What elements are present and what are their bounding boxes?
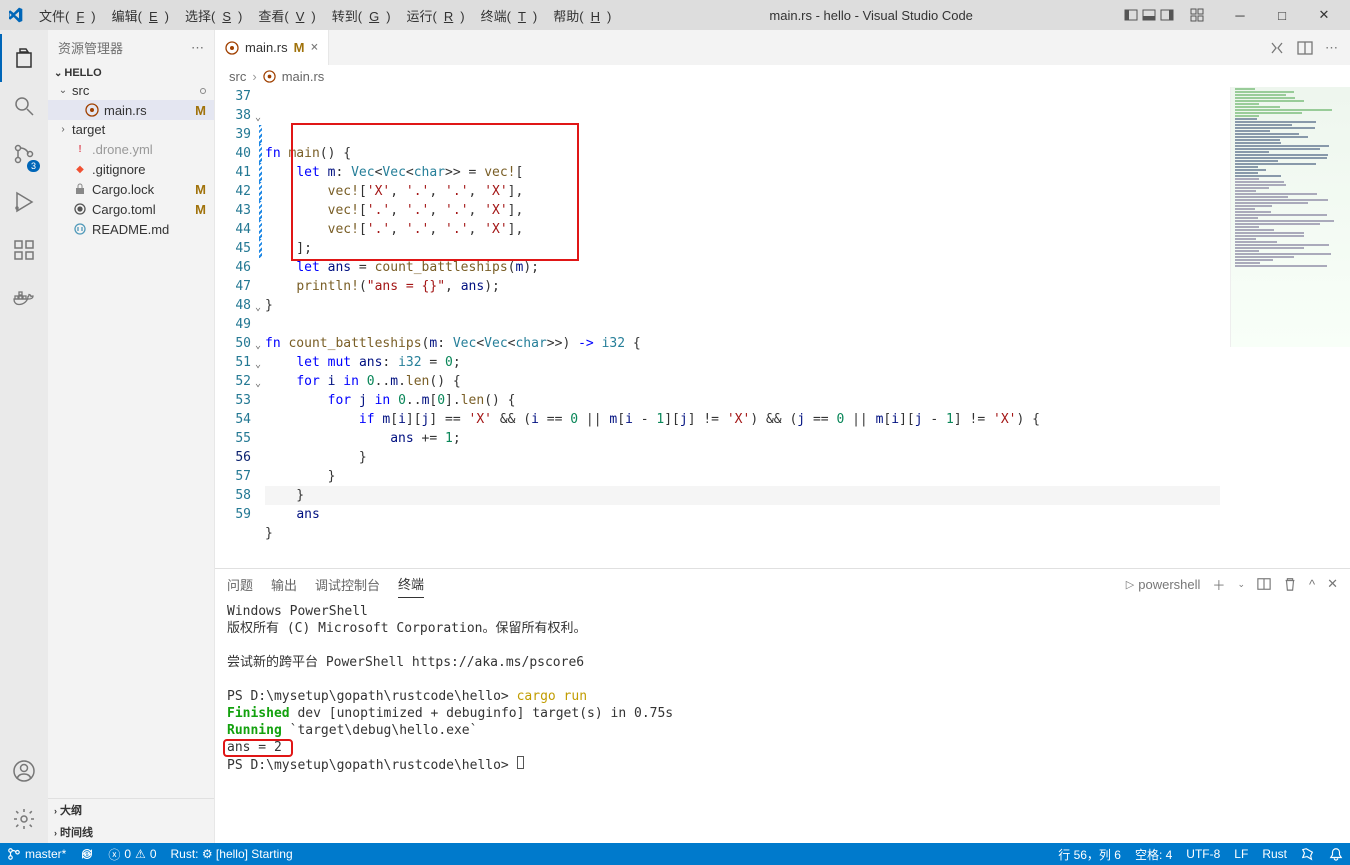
- tree-item[interactable]: ⌄src: [48, 81, 214, 100]
- bottom-panel: 问题输出调试控制台终端 ▷powershell ＋ ⌄ ^ ✕ Windows …: [215, 568, 1350, 843]
- minimize-button[interactable]: ─: [1220, 0, 1260, 30]
- status-rust-analyzer[interactable]: Rust: ⚙ [hello] Starting: [164, 843, 300, 865]
- editor-tabs: main.rs M × ⋯: [215, 30, 1350, 65]
- terminal-profile-dropdown[interactable]: ▷powershell: [1126, 577, 1201, 592]
- panel-tab[interactable]: 终端: [398, 570, 424, 598]
- minimap[interactable]: [1230, 87, 1350, 347]
- close-button[interactable]: ✕: [1304, 0, 1344, 30]
- terminal-dropdown-icon[interactable]: ⌄: [1237, 579, 1245, 590]
- layout-left-icon[interactable]: [1124, 8, 1138, 22]
- status-indentation[interactable]: 空格: 4: [1128, 843, 1179, 865]
- sidebar-title: 资源管理器: [58, 38, 123, 57]
- status-notifications-icon[interactable]: [1322, 843, 1350, 865]
- file-icon: [84, 102, 100, 118]
- tree-item[interactable]: ›target: [48, 120, 214, 139]
- menu-item[interactable]: 文件(F): [32, 3, 103, 28]
- menu-item[interactable]: 编辑(E): [105, 3, 176, 28]
- split-terminal-icon[interactable]: [1257, 577, 1271, 591]
- activity-search[interactable]: [0, 82, 48, 130]
- panel-tab[interactable]: 问题: [227, 571, 253, 598]
- activity-scm[interactable]: 3: [0, 130, 48, 178]
- window-controls: ─ □ ✕: [1124, 0, 1344, 30]
- timeline-section[interactable]: ›时间线: [48, 821, 214, 843]
- title-bar: 文件(F)编辑(E)选择(S)查看(V)转到(G)运行(R)终端(T)帮助(H)…: [0, 0, 1350, 30]
- more-actions-icon[interactable]: ⋯: [1325, 40, 1338, 56]
- rust-file-icon: [225, 41, 239, 55]
- status-feedback-icon[interactable]: [1294, 843, 1322, 865]
- status-branch[interactable]: master*: [0, 843, 73, 865]
- layout-right-icon[interactable]: [1160, 8, 1174, 22]
- tab-close-icon[interactable]: ×: [310, 40, 318, 55]
- file-tree: ⌄srcmain.rsM›target!.drone.yml◆.gitignor…: [48, 81, 214, 798]
- file-icon: !: [72, 141, 88, 157]
- file-icon: [72, 221, 88, 237]
- status-eol[interactable]: LF: [1227, 843, 1255, 865]
- menu-item[interactable]: 查看(V): [251, 3, 322, 28]
- menu-item[interactable]: 选择(S): [178, 3, 249, 28]
- code-editor[interactable]: 3738⌄39404142434445464748⌄4950⌄51⌄52⌄535…: [215, 87, 1350, 568]
- maximize-button[interactable]: □: [1262, 0, 1302, 30]
- kill-terminal-icon[interactable]: [1283, 577, 1297, 591]
- chevron-right-icon: ›: [252, 69, 256, 84]
- vscode-logo-icon: [6, 6, 24, 24]
- status-cursor-position[interactable]: 行 56，列 6: [1051, 843, 1128, 865]
- scm-badge: 3: [27, 160, 40, 172]
- status-language[interactable]: Rust: [1255, 843, 1294, 865]
- panel-maximize-icon[interactable]: ^: [1309, 577, 1315, 592]
- menu-bar: 文件(F)编辑(E)选择(S)查看(V)转到(G)运行(R)终端(T)帮助(H): [32, 3, 618, 28]
- status-encoding[interactable]: UTF-8: [1179, 843, 1227, 865]
- menu-item[interactable]: 终端(T): [474, 3, 545, 28]
- rust-file-icon: [263, 70, 276, 83]
- panel-close-icon[interactable]: ✕: [1327, 576, 1338, 592]
- panel-tab[interactable]: 调试控制台: [315, 571, 380, 598]
- sidebar-explorer: 资源管理器 ⋯ ⌄ HELLO ⌄srcmain.rsM›target!.dro…: [48, 30, 215, 843]
- status-sync[interactable]: [73, 843, 101, 865]
- tree-item[interactable]: Cargo.lockM: [48, 179, 214, 199]
- menu-item[interactable]: 帮助(H): [546, 3, 618, 28]
- activity-run[interactable]: [0, 178, 48, 226]
- more-icon[interactable]: ⋯: [191, 40, 204, 56]
- file-icon: [72, 201, 88, 217]
- file-icon: [72, 181, 88, 197]
- file-icon: ◆: [72, 161, 88, 177]
- tree-item[interactable]: ◆.gitignore: [48, 159, 214, 179]
- layout-customize-icon[interactable]: [1190, 8, 1204, 22]
- panel-tabs: 问题输出调试控制台终端 ▷powershell ＋ ⌄ ^ ✕: [215, 569, 1350, 599]
- split-editor-icon[interactable]: [1297, 40, 1313, 56]
- activity-bar: 3: [0, 30, 48, 843]
- panel-tab[interactable]: 输出: [271, 571, 297, 598]
- window-title: main.rs - hello - Visual Studio Code: [622, 8, 1120, 23]
- breadcrumbs[interactable]: src › main.rs: [215, 65, 1350, 87]
- tab-main-rs[interactable]: main.rs M ×: [215, 30, 329, 65]
- compare-changes-icon[interactable]: [1269, 40, 1285, 56]
- status-problems[interactable]: ⓧ0⚠0: [101, 843, 163, 865]
- activity-account[interactable]: [0, 747, 48, 795]
- activity-extensions[interactable]: [0, 226, 48, 274]
- activity-settings[interactable]: [0, 795, 48, 843]
- new-terminal-icon[interactable]: ＋: [1212, 575, 1225, 594]
- explorer-section[interactable]: ⌄ HELLO: [48, 65, 214, 81]
- tree-item[interactable]: README.md: [48, 219, 214, 239]
- status-bar: master* ⓧ0⚠0 Rust: ⚙ [hello] Starting 行 …: [0, 843, 1350, 865]
- layout-bottom-icon[interactable]: [1142, 8, 1156, 22]
- editor-area: main.rs M × ⋯ src › main.rs 3738⌄3940414…: [215, 30, 1350, 843]
- tree-item[interactable]: !.drone.yml: [48, 139, 214, 159]
- terminal-output[interactable]: Windows PowerShell版权所有 (C) Microsoft Cor…: [215, 599, 1350, 843]
- tree-item[interactable]: Cargo.tomlM: [48, 199, 214, 219]
- outline-section[interactable]: ›大纲: [48, 799, 214, 821]
- menu-item[interactable]: 运行(R): [400, 3, 472, 28]
- menu-item[interactable]: 转到(G): [325, 3, 398, 28]
- activity-docker[interactable]: [0, 274, 48, 322]
- activity-explorer[interactable]: [0, 34, 48, 82]
- tree-item[interactable]: main.rsM: [48, 100, 214, 120]
